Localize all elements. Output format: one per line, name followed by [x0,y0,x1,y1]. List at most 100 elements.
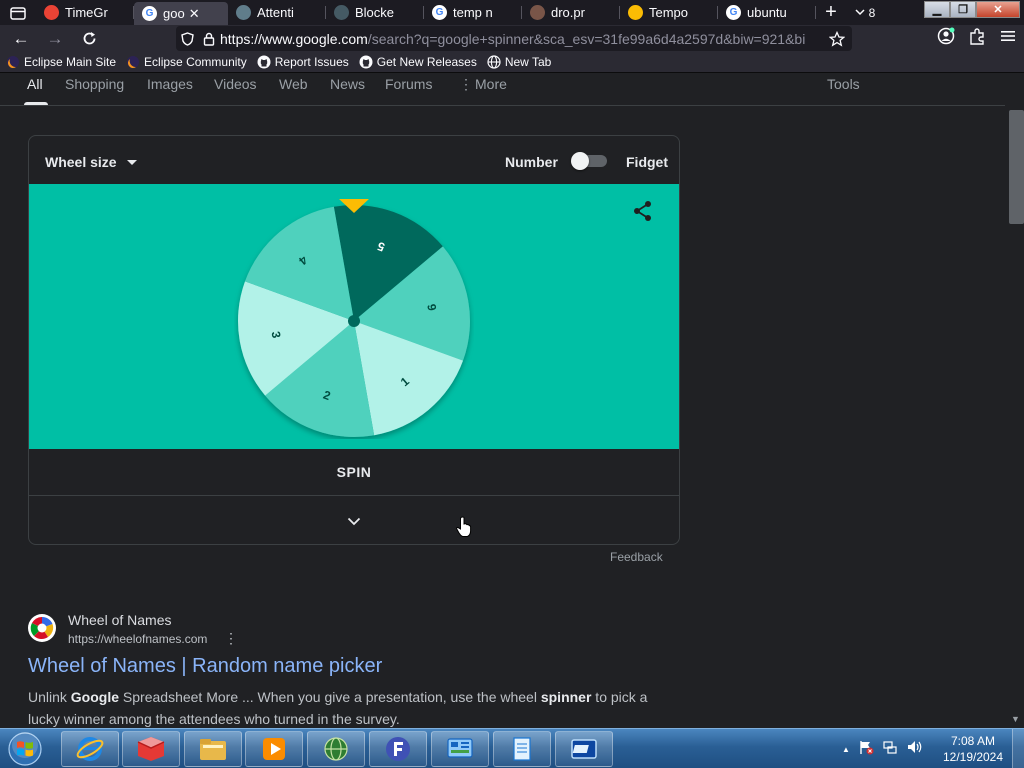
search-tab-shopping[interactable]: Shopping [65,76,124,92]
restore-button[interactable]: ❐ [950,1,976,18]
bookmark-item[interactable]: Report Issues [257,55,349,69]
dropdown-caret-icon [126,159,137,165]
close-window-button[interactable]: ✕ [976,1,1020,18]
more-options-icon[interactable]: ⋮ [224,630,238,647]
action-center-flag-icon[interactable] [858,739,874,760]
minimize-icon: ▁ [932,4,942,16]
spinner-widget: Wheel size Number Fidget 5 6 1 2 3 4 SPI… [28,135,680,545]
search-tab-images[interactable]: Images [147,76,193,92]
expand-button[interactable] [29,497,679,544]
page-scrollbar[interactable]: ▼ [1005,74,1024,728]
browser-tab[interactable]: Tempo [620,0,718,25]
browser-tab[interactable]: Attenti [228,0,326,25]
browser-tab[interactable]: Ggoo ✕ [134,2,228,25]
taskbar-file-explorer[interactable] [184,731,242,767]
bookmark-label: Get New Releases [376,55,477,69]
wheel-size-label: Wheel size [45,154,117,170]
f-app-icon [386,737,410,761]
result-title-link[interactable]: Wheel of Names | Random name picker [28,655,382,678]
browser-tab[interactable]: Gubuntu [718,0,816,25]
search-tab-all[interactable]: All [27,76,43,92]
start-button[interactable] [6,731,44,767]
result-site-name[interactable]: Wheel of Names [68,612,171,628]
show-hidden-icons-arrow-icon[interactable]: ▲ [842,745,850,754]
browser-tab[interactable]: Gtemp n [424,0,522,25]
bookmark-label: Eclipse Main Site [24,55,117,69]
page-icon [236,5,251,20]
back-button[interactable]: ← [4,25,38,52]
wheel-area[interactable]: 561234 [29,184,679,449]
address-bar[interactable]: https://www.google.com/search?q=google+s… [176,26,852,51]
search-tab-news[interactable]: News [330,76,365,92]
search-tab-videos[interactable]: Videos [214,76,257,92]
bookmark-item[interactable]: New Tab [487,55,551,69]
browser-tab[interactable]: TimeGr [36,0,134,25]
tools-button[interactable]: Tools [827,76,860,92]
restore-icon: ❐ [958,4,968,16]
tab-overflow-button[interactable]: 8 [846,0,884,25]
bookmark-item[interactable]: Eclipse Main Site [6,55,116,69]
close-icon: ✕ [993,4,1003,16]
back-arrow-icon: ← [12,28,30,48]
search-tab-more[interactable]: More [475,76,507,92]
chevron-down-icon [855,9,865,16]
taskbar-clock[interactable]: 7:08 AM 12/19/2024 [936,733,1010,765]
taskbar-control-panel[interactable] [431,731,489,767]
taskbar-app-f[interactable] [369,731,427,767]
close-tab-icon[interactable]: ✕ [189,6,200,22]
browser-tab[interactable]: dro.pr [522,0,620,25]
hamburger-menu-icon[interactable] [1000,29,1016,48]
eclipse-icon [6,55,20,69]
fidget-mode-label[interactable]: Fidget [626,154,668,170]
taskbar-internet-explorer[interactable] [61,731,119,767]
toggle-knob [571,152,589,170]
forward-button[interactable]: → [38,25,72,52]
number-fidget-toggle[interactable] [571,152,609,170]
spin-button[interactable]: SPIN [29,449,679,496]
share-button[interactable] [633,200,653,227]
minimize-button[interactable]: ▁ [924,1,950,18]
new-tab-button[interactable]: + [816,0,846,25]
show-desktop-button[interactable] [1012,729,1024,768]
snippet-text: Unlink [28,689,71,705]
scroll-down-arrow-icon[interactable]: ▼ [1011,714,1020,724]
account-icon[interactable] [937,27,955,50]
wheel-hub [348,315,360,327]
notepad-icon [513,737,531,761]
media-player-icon [263,738,285,760]
browser-tab[interactable]: Blocke [326,0,424,25]
taskbar-app-red[interactable] [122,731,180,767]
tab-title: temp n [453,5,493,20]
extensions-puzzle-icon[interactable] [969,27,986,50]
taskbar-media-player[interactable] [245,731,303,767]
taskbar-remote-app[interactable] [555,731,613,767]
dro-icon [530,5,545,20]
scrollbar-thumb[interactable] [1009,110,1024,224]
more-vert-icon[interactable]: ⋮ [459,76,473,93]
reload-button[interactable] [72,25,106,52]
red-app-icon [137,737,165,761]
feedback-link[interactable]: Feedback [610,550,663,564]
url-text[interactable]: https://www.google.com/search?q=google+s… [220,31,822,47]
tab-title: TimeGr [65,5,108,20]
taskbar-notepad[interactable] [493,731,551,767]
globe-icon [487,55,501,69]
list-all-tabs-button[interactable] [0,0,36,25]
system-tray: ▲ [842,729,924,768]
wheel-size-dropdown[interactable]: Wheel size [45,154,137,170]
volume-icon[interactable] [906,739,924,760]
number-mode-label[interactable]: Number [505,154,558,170]
network-icon[interactable] [882,739,898,760]
search-tab-web[interactable]: Web [279,76,308,92]
tab-strip: TimeGr Ggoo ✕ Attenti Blocke Gtemp n dro.pr Tem… [0,0,1024,25]
search-type-tabs: All Shopping Images Videos Web News Foru… [0,74,1005,106]
lock-icon[interactable] [198,32,220,46]
bookmark-star-icon[interactable] [822,30,852,47]
number-wheel[interactable]: 561234 [234,199,474,439]
result-url[interactable]: https://wheelofnames.com [68,632,207,646]
tracking-protection-icon[interactable] [176,31,198,46]
bookmark-item[interactable]: Eclipse Community [126,55,247,69]
bookmark-item[interactable]: Get New Releases [359,55,477,69]
taskbar-network-app[interactable] [307,731,365,767]
search-tab-forums[interactable]: Forums [385,76,432,92]
